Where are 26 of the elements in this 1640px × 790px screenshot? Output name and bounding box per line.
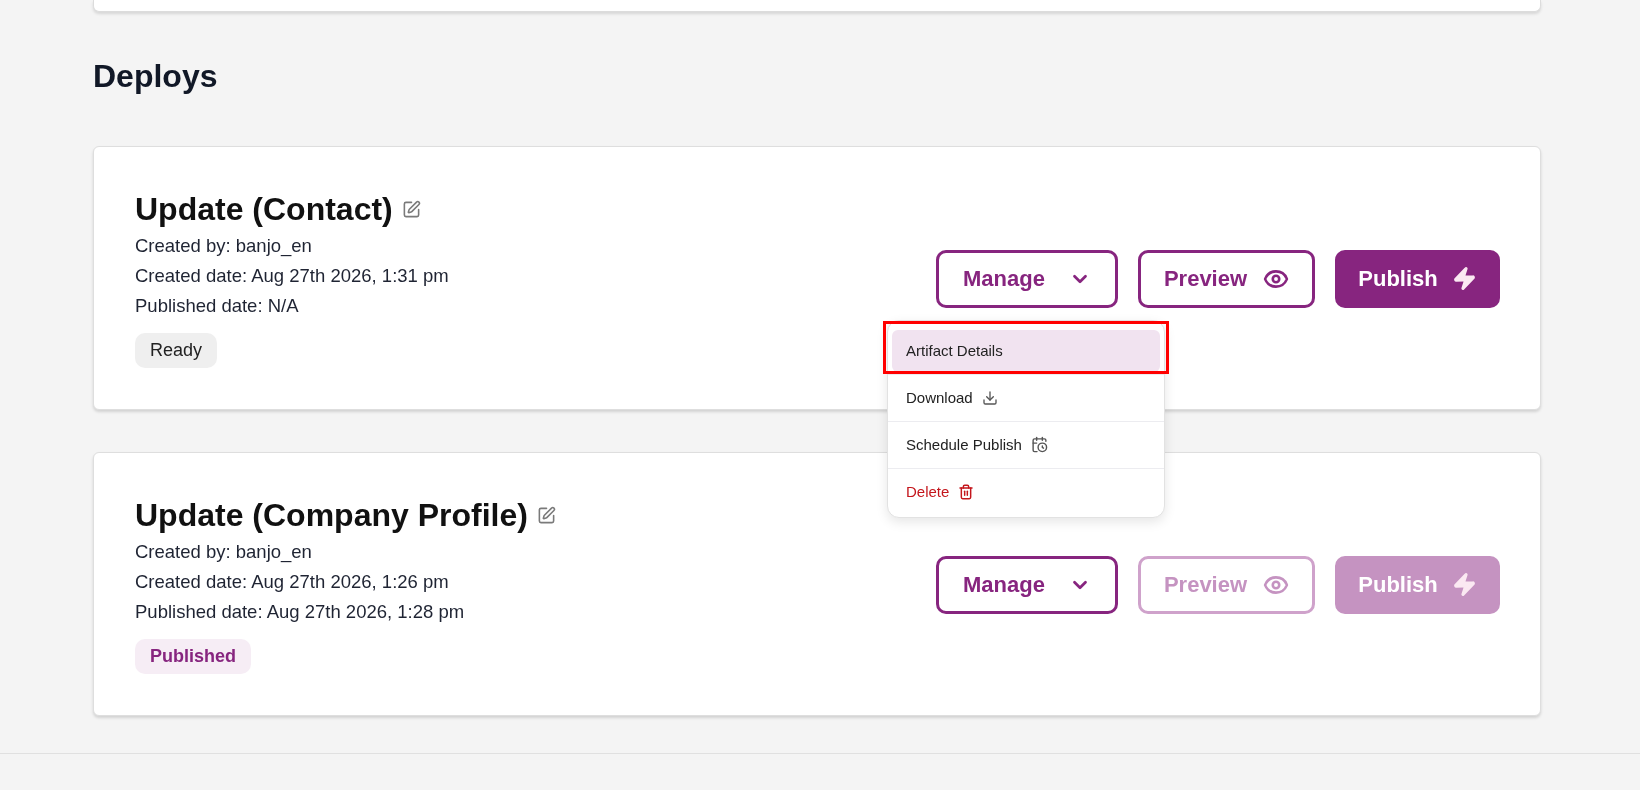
lightning-icon: [1451, 572, 1477, 597]
manage-button[interactable]: Manage: [936, 249, 1118, 308]
calendar-clock-icon: [1030, 436, 1048, 453]
deploy-title: Update (Contact): [135, 190, 393, 229]
edit-icon[interactable]: [401, 199, 421, 219]
detail-text: Published date: Aug 27th 2026, 1:28 pm: [135, 600, 465, 624]
status-badge: Published: [135, 639, 251, 674]
menu-item[interactable]: Delete: [892, 470, 1160, 513]
detail-text: Created by: banjo_en: [135, 234, 312, 259]
publish-button[interactable]: Publish: [1335, 249, 1500, 308]
menu-item[interactable]: Schedule Publish: [892, 423, 1160, 466]
menu-item[interactable]: Download: [892, 376, 1160, 419]
edit-icon[interactable]: [536, 505, 556, 525]
status-badge: Ready: [135, 333, 218, 368]
detail-text: Created date: Aug 27th 2026, 1:26 pm: [135, 570, 449, 594]
section-heading: Deploys: [93, 57, 218, 96]
preview-button[interactable]: Preview: [1138, 249, 1315, 308]
trash-icon: [958, 483, 975, 500]
lightning-icon: [1451, 266, 1477, 291]
manage-button[interactable]: Manage: [936, 555, 1118, 614]
menu-item[interactable]: Artifact Details: [892, 329, 1160, 372]
detail-text: Published date: N/A: [135, 294, 299, 318]
deploy-title: Update (Company Profile): [135, 496, 528, 535]
detail-text: Created date: Aug 27th 2026, 1:31 pm: [135, 264, 449, 288]
detail-text: Created by: banjo_en: [135, 540, 312, 565]
download-icon: [981, 389, 998, 406]
